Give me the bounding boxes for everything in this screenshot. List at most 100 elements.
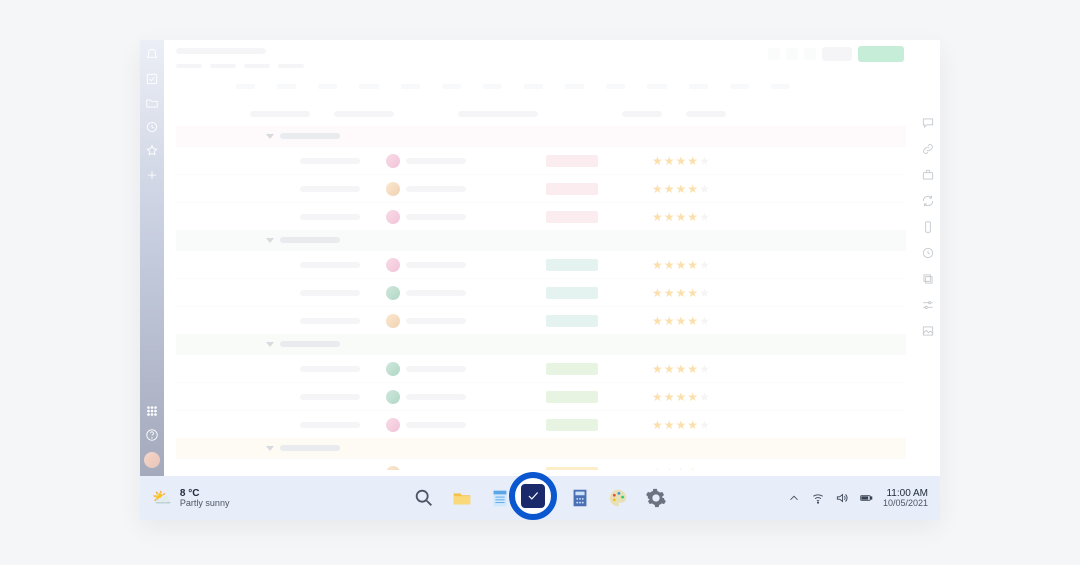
rating: ★★★★★: [652, 315, 710, 327]
history-icon[interactable]: [921, 246, 935, 260]
star-icon: ★: [699, 419, 710, 431]
cell-skeleton: [406, 262, 466, 268]
wifi-icon[interactable]: [811, 491, 825, 505]
notifications-icon[interactable]: [145, 48, 159, 62]
paint-icon[interactable]: [606, 486, 630, 510]
status-tag[interactable]: [546, 467, 598, 471]
star-icon: ★: [664, 259, 675, 271]
cell-skeleton: [300, 422, 360, 428]
refresh-icon[interactable]: [921, 194, 935, 208]
table-row[interactable]: ★★★★★: [176, 354, 906, 382]
table-row[interactable]: ★★★★★: [176, 306, 906, 334]
assignee-avatar[interactable]: [386, 418, 400, 432]
chevron-down-icon: [266, 238, 274, 243]
rating: ★★★★★: [652, 287, 710, 299]
status-tag[interactable]: [546, 155, 598, 167]
battery-icon[interactable]: [859, 491, 873, 505]
status-tag[interactable]: [546, 391, 598, 403]
status-tag[interactable]: [546, 315, 598, 327]
image-icon[interactable]: [921, 324, 935, 338]
star-icon: ★: [652, 287, 663, 299]
status-tag[interactable]: [546, 183, 598, 195]
link-icon[interactable]: [921, 142, 935, 156]
comment-icon[interactable]: [921, 116, 935, 130]
header-button[interactable]: [822, 47, 852, 61]
search-icon[interactable]: [412, 486, 436, 510]
assignee-avatar[interactable]: [386, 466, 400, 471]
group-header[interactable]: [176, 230, 906, 250]
plus-icon[interactable]: [145, 168, 159, 182]
table-row[interactable]: ★★★★★: [176, 174, 906, 202]
chevron-down-icon: [266, 134, 274, 139]
user-avatar[interactable]: [144, 452, 160, 468]
assignee-avatar[interactable]: [386, 390, 400, 404]
star-icon: ★: [699, 259, 710, 271]
status-tag[interactable]: [546, 259, 598, 271]
copy-icon[interactable]: [921, 272, 935, 286]
assignee-avatar[interactable]: [386, 154, 400, 168]
table-row[interactable]: ★★★★★: [176, 410, 906, 438]
chevron-up-icon[interactable]: [787, 491, 801, 505]
clock-icon[interactable]: [145, 120, 159, 134]
group-header[interactable]: [176, 334, 906, 354]
table-row[interactable]: ★★★★★: [176, 382, 906, 410]
weather-temp: 8 °C: [180, 489, 230, 499]
star-icon: ★: [652, 363, 663, 375]
star-icon: ★: [664, 183, 675, 195]
star-icon: ★: [699, 183, 710, 195]
cell-skeleton: [406, 186, 466, 192]
rating: ★★★★★: [652, 155, 710, 167]
help-icon[interactable]: [145, 428, 159, 442]
file-explorer-icon[interactable]: [450, 486, 474, 510]
weather-desc: Partly sunny: [180, 499, 230, 508]
header-icon[interactable]: [768, 48, 780, 60]
group-header[interactable]: [176, 126, 906, 146]
weather-widget[interactable]: ⛅ 8 °C Partly sunny: [152, 488, 229, 508]
star-icon: ★: [699, 155, 710, 167]
star-icon: ★: [687, 211, 698, 223]
cell-skeleton: [300, 394, 360, 400]
phone-icon[interactable]: [921, 220, 935, 234]
status-tag[interactable]: [546, 363, 598, 375]
assignee-avatar[interactable]: [386, 210, 400, 224]
folder-icon[interactable]: [145, 96, 159, 110]
table-row[interactable]: ★★★★★: [176, 458, 906, 470]
sliders-icon[interactable]: [921, 298, 935, 312]
status-tag[interactable]: [546, 287, 598, 299]
taskbar-clock[interactable]: 11:00 AM 10/05/2021: [883, 488, 928, 509]
star-icon: ★: [676, 363, 687, 375]
calculator-icon[interactable]: [568, 486, 592, 510]
status-tag[interactable]: [546, 211, 598, 223]
assignee-avatar[interactable]: [386, 286, 400, 300]
table-row[interactable]: ★★★★★: [176, 146, 906, 174]
table-row[interactable]: ★★★★★: [176, 202, 906, 230]
header-icon[interactable]: [804, 48, 816, 60]
primary-button[interactable]: [858, 46, 904, 62]
header-icon[interactable]: [786, 48, 798, 60]
briefcase-icon[interactable]: [921, 168, 935, 182]
star-icon: ★: [699, 363, 710, 375]
table-row[interactable]: ★★★★★: [176, 278, 906, 306]
settings-icon[interactable]: [644, 486, 668, 510]
apps-grid-icon[interactable]: [145, 404, 159, 418]
star-icon: ★: [664, 155, 675, 167]
assignee-avatar[interactable]: [386, 182, 400, 196]
checkbox-icon[interactable]: [145, 72, 159, 86]
cell-skeleton: [300, 262, 360, 268]
assignee-avatar[interactable]: [386, 362, 400, 376]
cell-skeleton: [406, 470, 466, 471]
volume-icon[interactable]: [835, 491, 849, 505]
star-icon[interactable]: [145, 144, 159, 158]
group-header[interactable]: [176, 438, 906, 458]
star-icon: ★: [652, 467, 663, 471]
assignee-avatar[interactable]: [386, 314, 400, 328]
status-tag[interactable]: [546, 419, 598, 431]
app-window: ★★★★★★★★★★★★★★★★★★★★★★★★★★★★★★★★★★★★★★★★…: [140, 40, 940, 520]
rating: ★★★★★: [652, 259, 710, 271]
task-table: ★★★★★★★★★★★★★★★★★★★★★★★★★★★★★★★★★★★★★★★★…: [176, 102, 906, 470]
star-icon: ★: [687, 259, 698, 271]
meistertask-logo-icon[interactable]: [521, 484, 545, 508]
star-icon: ★: [687, 315, 698, 327]
table-row[interactable]: ★★★★★: [176, 250, 906, 278]
assignee-avatar[interactable]: [386, 258, 400, 272]
